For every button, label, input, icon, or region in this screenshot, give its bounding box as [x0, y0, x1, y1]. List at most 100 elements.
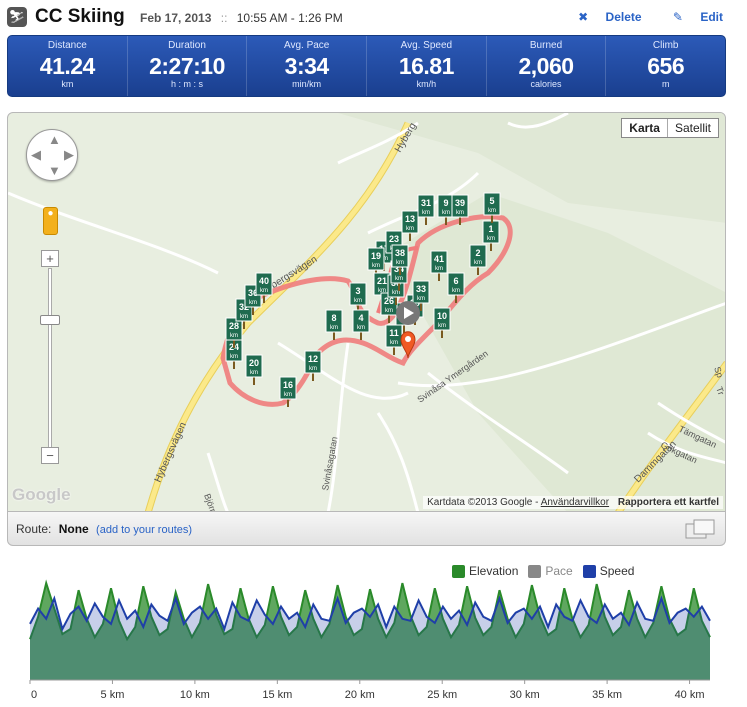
km-marker-unit: km: [396, 260, 404, 266]
km-marker-unit: km: [474, 260, 482, 266]
km-marker-unit: km: [390, 340, 398, 346]
street-view-pegman-icon[interactable]: ●: [43, 207, 58, 235]
google-logo: Google: [12, 485, 71, 504]
zoom-in-button[interactable]: +: [41, 250, 59, 267]
x-axis-ticks: 0 5 km 10 km 15 km 20 km 25 km 30 km 35 km 40 km: [29, 680, 705, 701]
map-type-satellit[interactable]: Satellit: [668, 119, 718, 137]
km-marker-number: 23: [389, 234, 399, 244]
edit-button[interactable]: ✎ Edit: [659, 10, 723, 24]
pan-up-icon[interactable]: ▲: [48, 132, 61, 147]
km-marker-unit: km: [309, 366, 317, 372]
stat-unit: m: [661, 79, 670, 89]
km-marker-unit: km: [230, 333, 238, 339]
km-marker-unit: km: [230, 354, 238, 360]
zoom-out-button[interactable]: −: [41, 447, 59, 464]
pan-control[interactable]: ▲ ▼ ◀ ▶: [26, 129, 78, 181]
route-bar: Route: None (add to your routes): [7, 512, 726, 546]
report-map-error-link[interactable]: Rapportera ett kartfel: [618, 497, 719, 508]
km-marker-unit: km: [357, 325, 365, 331]
km-marker-number: 21: [377, 276, 387, 286]
meta-separator: ::: [220, 11, 228, 25]
x-tick-label: 0: [31, 689, 37, 701]
activity-title: CC Skiing: [35, 6, 125, 27]
zoom-slider-handle[interactable]: [40, 315, 60, 325]
close-icon: ✖: [578, 10, 589, 24]
map-canvas[interactable]: Hybergsvägen Hybergsvägen Hyberg Svinåsa…: [8, 113, 726, 512]
road-label: Hybergsvägen: [153, 421, 189, 484]
map-type-karta[interactable]: Karta: [622, 119, 668, 137]
km-marker-31: 31 km: [417, 194, 435, 225]
km-marker-number: 6: [453, 276, 458, 286]
stat-unit: min/km: [292, 79, 322, 89]
expand-map-icon[interactable]: [685, 518, 717, 540]
stats-bar: Distance 41.24 km Duration 2:27:10 h : m…: [7, 35, 726, 97]
km-marker-unit: km: [395, 276, 403, 282]
stat-value: 41.24: [39, 53, 96, 79]
stat-distance: Distance 41.24 km: [8, 36, 127, 96]
elevation-speed-chart[interactable]: 0 5 km 10 km 15 km 20 km 25 km 30 km 35 km 40 km: [0, 576, 747, 707]
stat-burned: Burned 2,060 calories: [485, 36, 606, 96]
km-marker-unit: km: [417, 296, 425, 302]
stat-avg-speed: Avg. Speed 16.81 km/h: [366, 36, 486, 96]
km-marker-number: 40: [259, 276, 269, 286]
km-marker-number: 38: [395, 248, 405, 258]
terms-link[interactable]: Användarvillkor: [541, 497, 609, 508]
pan-right-icon[interactable]: ▶: [64, 147, 74, 163]
pan-left-icon[interactable]: ◀: [31, 147, 41, 163]
route-info: Route: None (add to your routes): [16, 522, 192, 536]
stat-label: Climb: [652, 40, 679, 51]
km-marker-number: 20: [249, 358, 259, 368]
activity-time-range: 10:55 AM - 1:26 PM: [236, 11, 343, 25]
stat-climb: Climb 656 m: [605, 36, 725, 96]
km-marker-number: 41: [434, 254, 444, 264]
km-marker-unit: km: [456, 210, 464, 216]
km-marker-number: 33: [416, 284, 426, 294]
x-tick-label: 35 km: [592, 689, 622, 701]
km-marker-unit: km: [422, 210, 430, 216]
attribution-text: Kartdata ©2013 Google -: [427, 497, 539, 508]
km-marker-20: 20 km: [245, 354, 263, 385]
km-marker-unit: km: [372, 263, 380, 269]
finish-pin-icon: [400, 331, 416, 359]
km-marker-4: 4 km: [352, 309, 370, 340]
x-tick-label: 20 km: [345, 689, 375, 701]
stat-unit: h : m : s: [171, 79, 204, 89]
stat-unit: km/h: [416, 79, 437, 89]
km-marker-unit: km: [488, 208, 496, 214]
stat-label: Avg. Speed: [400, 40, 453, 51]
km-marker-number: 3: [355, 286, 360, 296]
pan-down-icon[interactable]: ▼: [48, 163, 61, 178]
x-tick-label: 5 km: [101, 689, 125, 701]
zoom-track[interactable]: [48, 268, 52, 448]
km-marker-unit: km: [354, 298, 362, 304]
km-marker-8: 8 km: [325, 309, 343, 340]
stat-value: 656: [647, 53, 685, 79]
pin-dot: [405, 336, 411, 342]
km-marker-unit: km: [442, 210, 450, 216]
delete-button[interactable]: ✖ Delete: [564, 10, 641, 24]
map-view[interactable]: Hybergsvägen Hybergsvägen Hyberg Svinåsa…: [7, 112, 726, 512]
km-marker-number: 31: [421, 198, 431, 208]
add-to-routes-link[interactable]: (add to your routes): [96, 524, 192, 536]
km-marker-number: 12: [308, 354, 318, 364]
km-marker-number: 1: [488, 224, 493, 234]
km-marker-unit: km: [385, 308, 393, 314]
skier-icon: ⛷: [7, 7, 27, 27]
km-marker-unit: km: [435, 266, 443, 272]
km-marker-unit: km: [438, 323, 446, 329]
map-attribution: Kartdata ©2013 Google - Användarvillkor …: [423, 496, 723, 509]
x-tick-label: 25 km: [427, 689, 457, 701]
route-label: Route:: [16, 522, 52, 536]
x-tick-label: 15 km: [262, 689, 292, 701]
km-marker-number: 11: [389, 328, 399, 338]
stat-value: 2:27:10: [149, 53, 225, 79]
km-marker-number: 5: [489, 196, 494, 206]
km-marker-number: 13: [405, 214, 415, 224]
stat-duration: Duration 2:27:10 h : m : s: [126, 36, 247, 96]
activity-date: Feb 17, 2013: [140, 11, 212, 25]
km-marker-unit: km: [330, 325, 338, 331]
stat-unit: km: [61, 79, 74, 89]
map-type-toggle: Karta Satellit: [621, 118, 719, 138]
km-marker-unit: km: [260, 288, 268, 294]
km-marker-number: 16: [283, 380, 293, 390]
